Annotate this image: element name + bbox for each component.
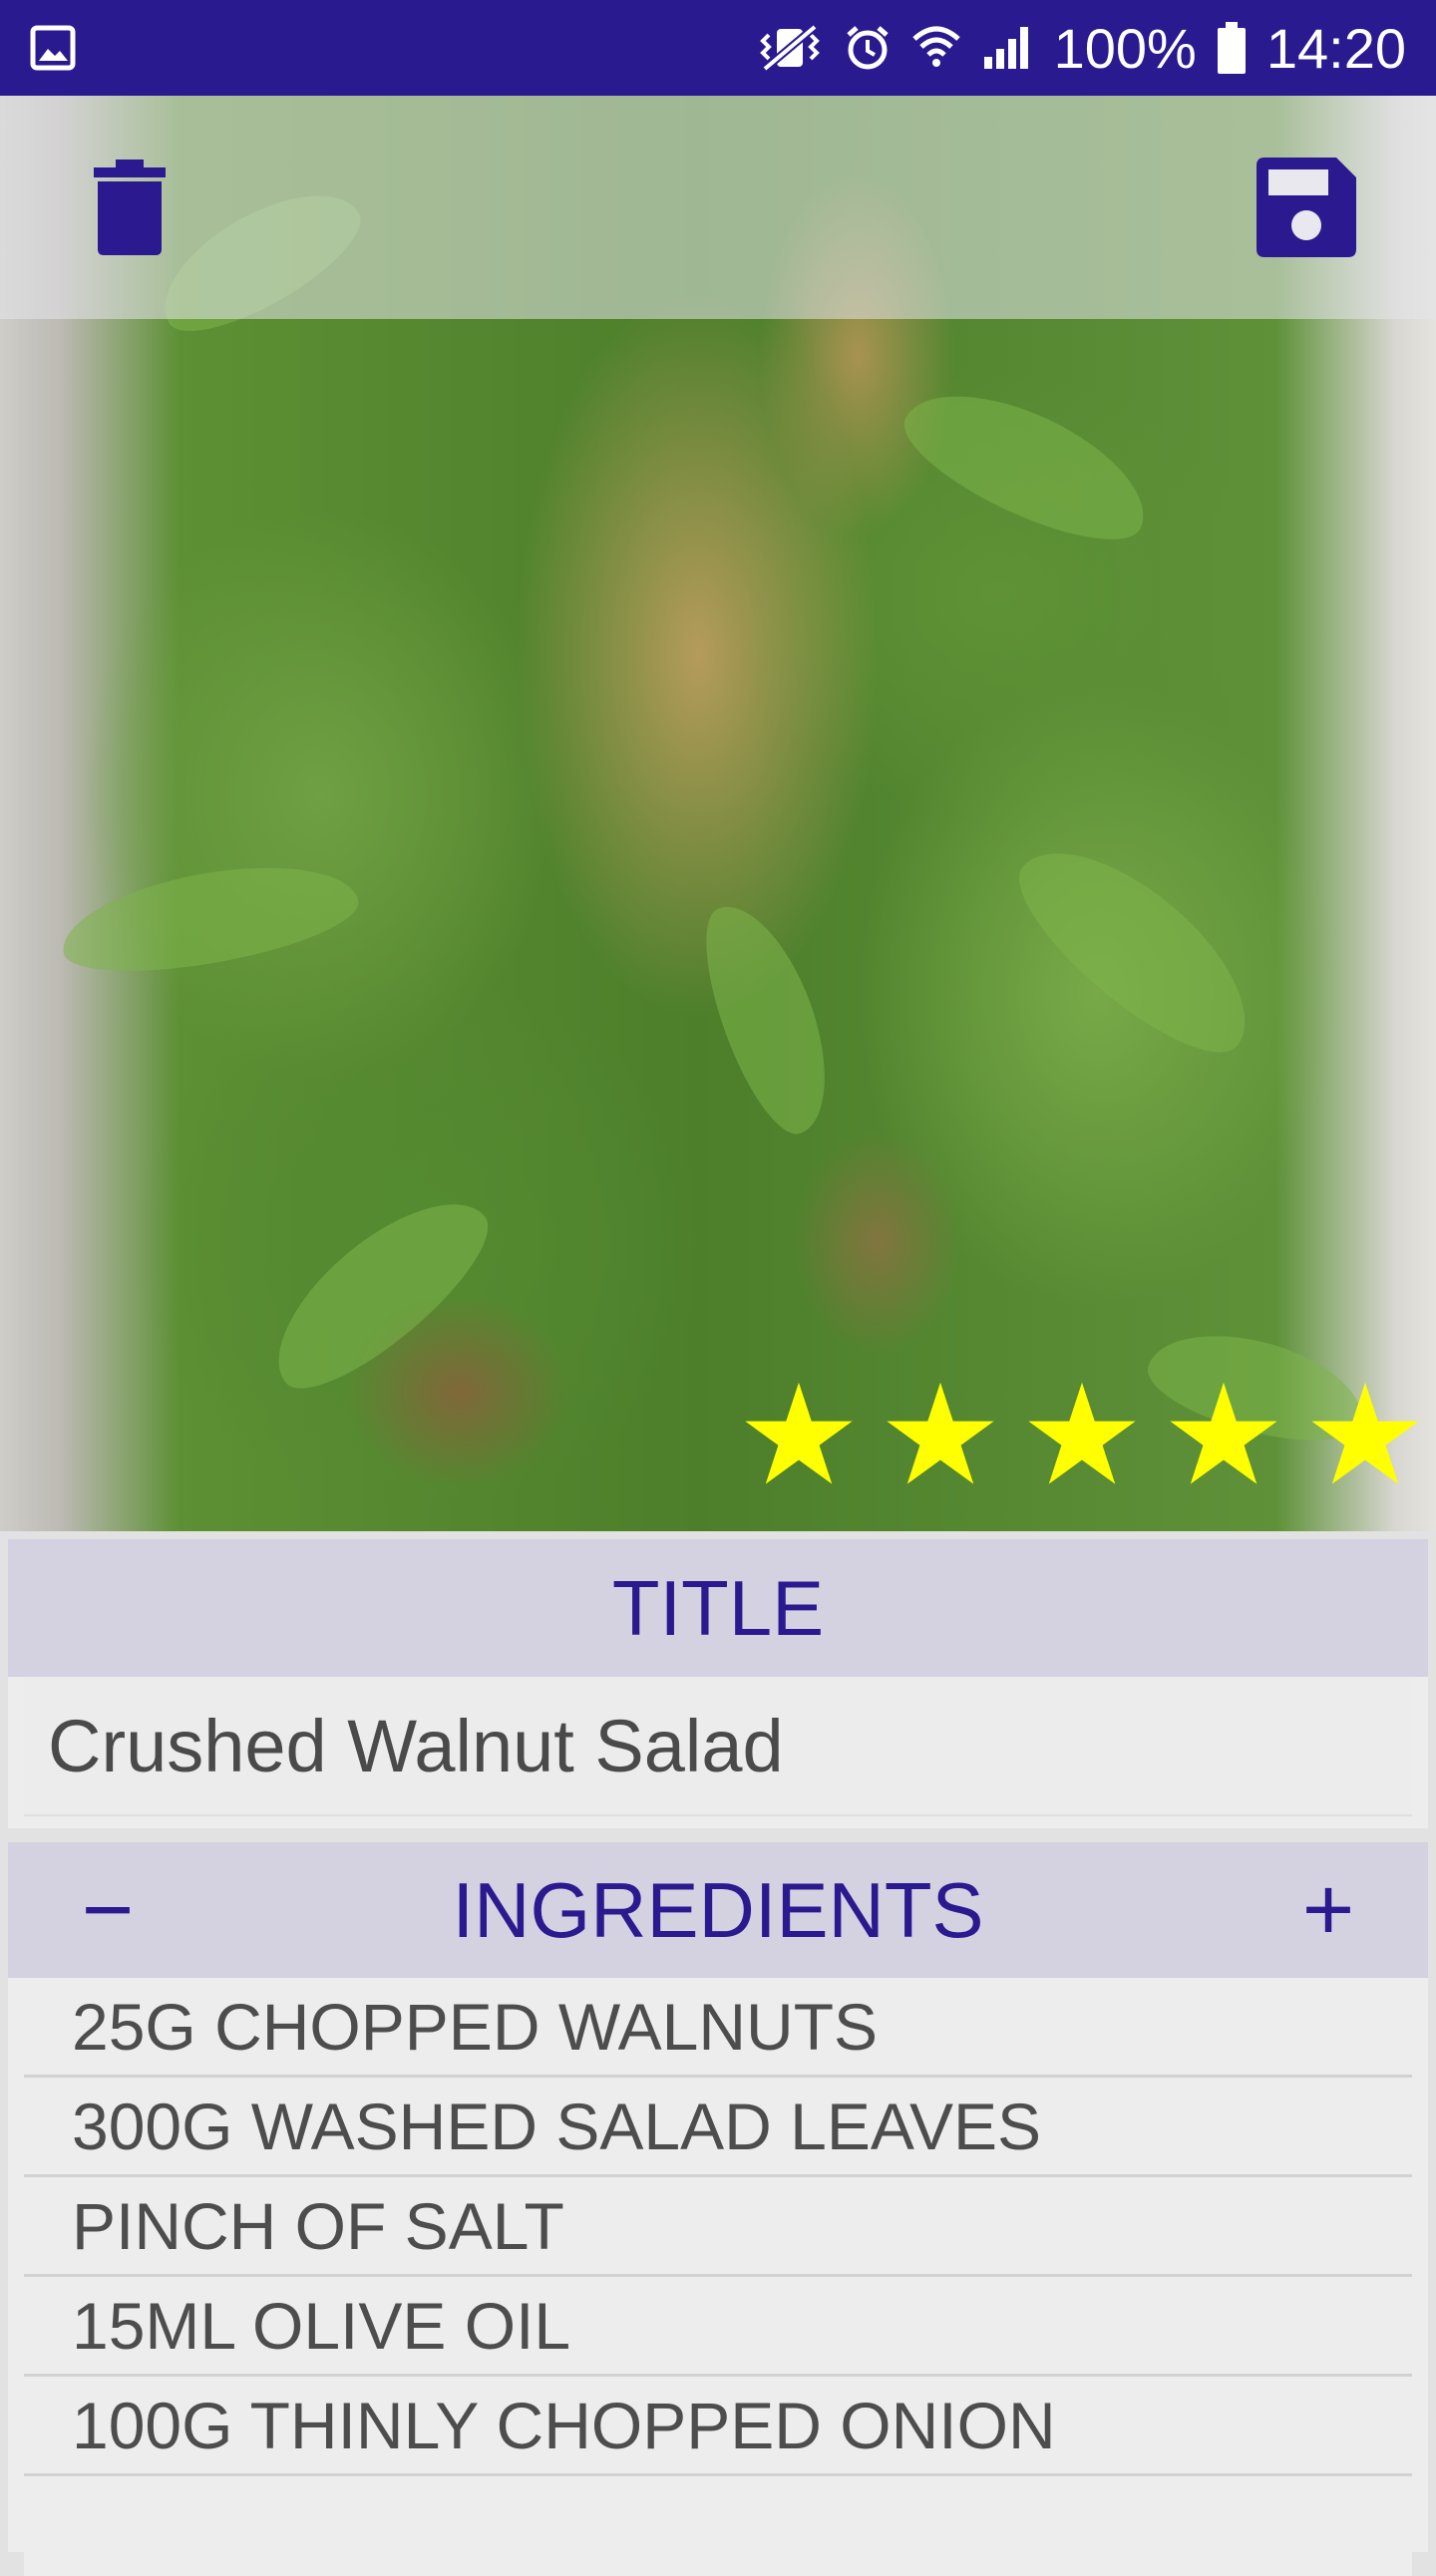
ingredients-header: INGREDIENTS [452, 1865, 984, 1954]
ingredients-header-bar: − INGREDIENTS + [8, 1842, 1428, 1978]
ingredient-item-empty[interactable] [24, 2476, 1412, 2576]
remove-ingredient-button[interactable]: − [48, 1842, 168, 1978]
ingredients-list: 25G CHOPPED WALNUTS 300G WASHED SALAD LE… [24, 1978, 1412, 2576]
battery-icon [1215, 20, 1249, 76]
add-ingredient-button[interactable]: + [1268, 1842, 1388, 1978]
ingredient-item[interactable]: 25G CHOPPED WALNUTS [24, 1978, 1412, 2078]
star-4[interactable]: ★ [1153, 1366, 1294, 1505]
title-field[interactable]: Crushed Walnut Salad [24, 1677, 1412, 1816]
gallery-icon [30, 25, 76, 71]
vibrate-icon [755, 23, 825, 73]
ingredient-item[interactable]: 300G WASHED SALAD LEAVES [24, 2078, 1412, 2177]
wifi-icon [910, 23, 962, 73]
clock: 14:20 [1265, 16, 1406, 80]
ingredient-item[interactable]: PINCH OF SALT [24, 2177, 1412, 2277]
trash-icon [92, 158, 168, 262]
star-2[interactable]: ★ [870, 1366, 1011, 1505]
star-5[interactable]: ★ [1294, 1366, 1436, 1505]
title-card: TITLE Crushed Walnut Salad [8, 1539, 1428, 1828]
ingredients-card: − INGREDIENTS + 25G CHOPPED WALNUTS 300G… [8, 1842, 1428, 2576]
signal-icon [980, 23, 1036, 73]
star-3[interactable]: ★ [1011, 1366, 1153, 1505]
delete-button[interactable] [80, 150, 180, 269]
ingredient-item[interactable]: 15ML OLIVE OIL [24, 2277, 1412, 2377]
alarm-icon [843, 23, 893, 73]
floppy-disk-icon [1256, 157, 1356, 262]
photo-toolbar [0, 96, 1436, 319]
star-rating[interactable]: ★ ★ ★ ★ ★ [728, 1366, 1436, 1505]
save-button[interactable] [1252, 155, 1361, 264]
title-header: TITLE [8, 1539, 1428, 1677]
star-1[interactable]: ★ [728, 1366, 870, 1505]
battery-percent: 100% [1053, 16, 1197, 80]
status-bar: 100% 14:20 [0, 0, 1436, 96]
ingredient-item[interactable]: 100G THINLY CHOPPED ONION [24, 2377, 1412, 2476]
